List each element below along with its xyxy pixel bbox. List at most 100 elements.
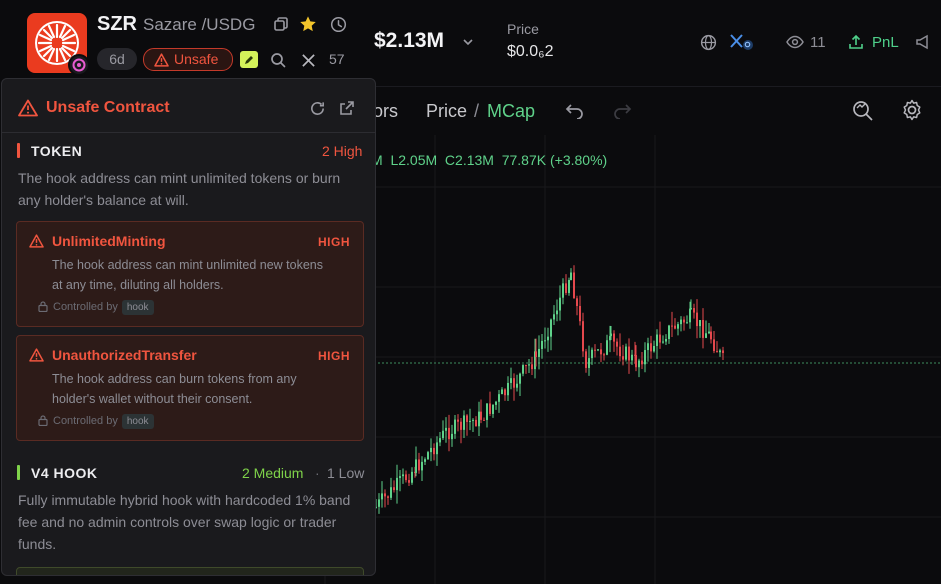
hook-risk-card[interactable] (16, 567, 364, 575)
candle-body (638, 360, 640, 368)
candle-body (674, 325, 676, 329)
redo-icon[interactable] (611, 100, 633, 120)
x-search-icon[interactable] (728, 32, 756, 52)
candle-body (622, 356, 624, 360)
controlled-by: Controlled by hook (38, 414, 154, 429)
globe-icon[interactable] (698, 32, 718, 52)
search-icon[interactable] (268, 50, 288, 70)
candle-body (457, 419, 459, 422)
candle-body (448, 427, 450, 440)
refresh-icon[interactable] (307, 98, 327, 118)
popup-header: Unsafe Contract (2, 79, 375, 133)
hook-section-title: V4 HOOK (31, 465, 98, 481)
candle-body (713, 339, 715, 352)
indicators-button[interactable]: ors (373, 101, 398, 122)
candle-body (442, 430, 444, 439)
warning-icon (28, 233, 44, 249)
candle-body (644, 350, 646, 365)
candle-body (568, 280, 570, 293)
copy-icon[interactable] (271, 14, 291, 34)
external-link-icon[interactable] (337, 98, 357, 118)
hook-tag: hook (121, 300, 154, 315)
candle-body (565, 283, 567, 293)
hook-desc-line3: funds. (18, 536, 57, 552)
star-icon[interactable] (298, 14, 318, 34)
candle-body (430, 447, 432, 453)
token-symbol: SZR (97, 13, 137, 35)
candle-body (641, 360, 643, 365)
megaphone-icon[interactable] (913, 32, 933, 52)
token-header: SZR Sazare /USDG 6d Unsafe 57 $2.13M Pri… (0, 0, 941, 86)
candle-body (693, 308, 695, 313)
candle-body (696, 312, 698, 327)
candle-body (719, 350, 721, 353)
pencil-icon[interactable] (240, 51, 258, 68)
candle-body (486, 403, 488, 420)
low-risk-count: 1 Low (327, 465, 365, 481)
candle-body (411, 471, 413, 483)
zoom-tool-icon[interactable] (850, 97, 876, 123)
candle-body (576, 298, 578, 307)
risk-card-unlimited-minting[interactable]: UnlimitedMinting HIGH The hook address c… (16, 221, 364, 327)
candle-body (510, 378, 512, 383)
x-followers-count: 57 (329, 51, 345, 67)
high-risk-count: 2 High (322, 143, 363, 159)
candle-body (519, 373, 521, 384)
candle-body (433, 447, 435, 455)
candle-body (399, 476, 401, 478)
gear-icon[interactable] (899, 97, 925, 123)
candle-body (513, 378, 515, 388)
candle-body (478, 411, 480, 427)
candle-body (562, 283, 564, 298)
candle-body (553, 314, 555, 320)
candle-body (600, 349, 602, 355)
candle-body (396, 477, 398, 491)
candle-body (613, 333, 615, 342)
candle-body (504, 389, 506, 396)
price-label: Price (507, 21, 539, 37)
risk-card-unauthorized-transfer[interactable]: UnauthorizedTransfer HIGH The hook addre… (16, 335, 364, 441)
candle-body (421, 461, 423, 471)
candle-body (460, 421, 462, 430)
candle-body (588, 358, 590, 368)
share-icon[interactable] (846, 32, 866, 52)
price-toggle[interactable]: Price (426, 101, 467, 122)
candle-body (628, 346, 630, 361)
candle-body (570, 272, 572, 281)
candle-body (402, 474, 404, 477)
token-section-desc-line2: any holder's balance at will. (18, 192, 189, 208)
warning-icon (154, 52, 169, 73)
x-logo-icon[interactable] (298, 50, 318, 70)
candle-body (424, 459, 426, 462)
candle-body (463, 415, 465, 430)
candle-body (531, 364, 533, 370)
candle-body (538, 348, 540, 357)
market-cap-value[interactable]: $2.13M (374, 29, 444, 53)
candle-body (665, 338, 667, 342)
warning-icon (18, 98, 38, 118)
pnl-button[interactable]: PnL (872, 34, 899, 51)
candle-body (489, 403, 491, 414)
candle-body (550, 319, 552, 337)
candle-body (603, 354, 605, 356)
candle-body (415, 459, 417, 473)
chevron-down-icon[interactable] (458, 32, 478, 52)
candle-body (418, 459, 420, 471)
eye-icon[interactable] (785, 32, 805, 52)
watchers-count: 11 (810, 34, 826, 51)
candle-body (436, 442, 438, 455)
mcap-toggle[interactable]: MCap (487, 101, 535, 122)
hook-desc-line1: Fully immutable hybrid hook with hardcod… (18, 492, 351, 508)
candle-body (722, 350, 724, 354)
candle-body (653, 345, 655, 352)
unsafe-badge[interactable]: Unsafe (143, 48, 233, 71)
risk-level-badge: HIGH (318, 235, 350, 249)
candle-body (699, 320, 701, 327)
clock-icon[interactable] (328, 14, 348, 34)
candle-body (522, 365, 524, 374)
candle-body (378, 499, 380, 507)
undo-icon[interactable] (564, 100, 586, 120)
security-popup: Unsafe Contract TOKEN 2 High The hook ad… (1, 78, 376, 576)
candle-body (650, 343, 652, 352)
candle-body (619, 346, 621, 357)
